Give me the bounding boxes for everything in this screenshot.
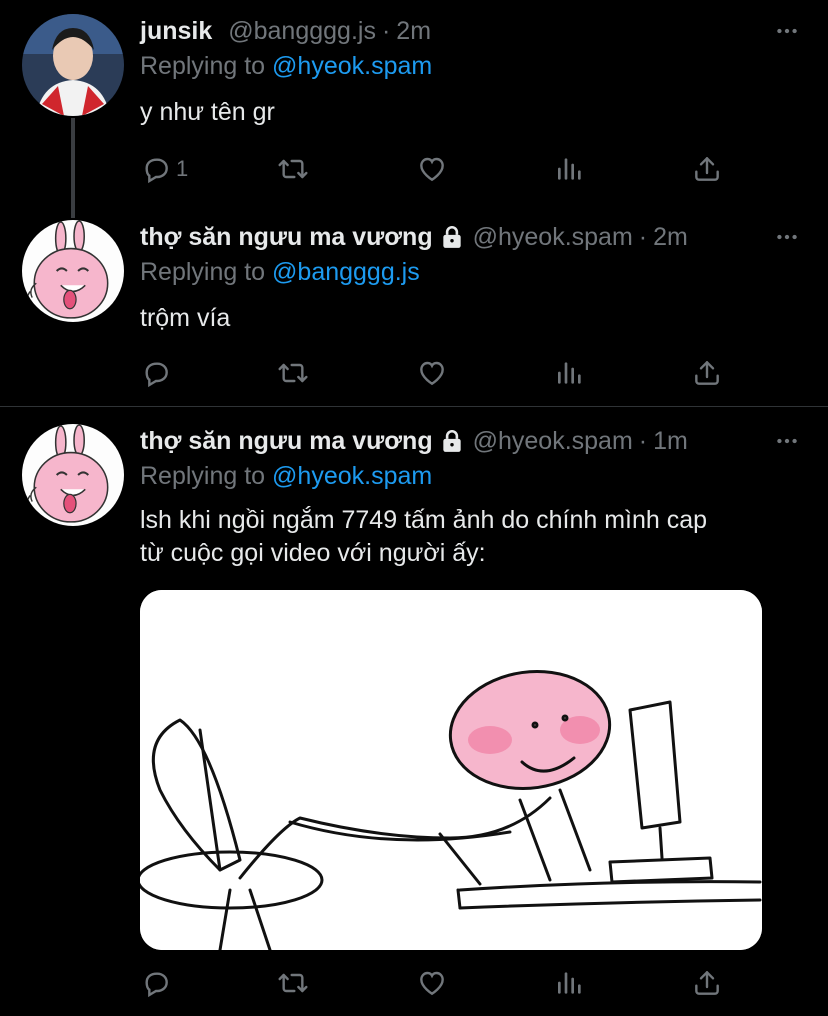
like-button[interactable] [416,149,448,189]
analytics-icon [554,967,586,999]
timestamp[interactable]: 2m [653,223,688,252]
more-icon[interactable] [774,428,800,454]
tweet-text-line: từ cuộc gọi video với người ấy: [140,539,486,567]
heart-icon [416,357,448,389]
like-button[interactable] [416,353,448,393]
share-button[interactable] [691,149,723,189]
retweet-icon [277,153,309,185]
mention-link[interactable]: @bangggg.js [272,258,420,286]
separator-dot: · [381,16,391,45]
analytics-button[interactable] [554,353,586,393]
retweet-button[interactable] [277,963,309,1003]
tweet-text: lsh khi ngồi ngắm 7749 tấm ảnh do chính … [140,504,790,570]
mention-link[interactable]: @hyeok.spam [272,462,432,490]
reply-icon [140,153,172,185]
replying-prefix: Replying to [140,462,266,490]
share-button[interactable] [691,353,723,393]
replying-prefix: Replying to [140,52,266,80]
timestamp[interactable]: 1m [653,427,688,456]
divider [0,406,828,407]
replying-prefix: Replying to [140,258,266,286]
lock-icon [439,428,465,454]
reply-count: 1 [176,156,189,181]
display-name[interactable]: junsik [140,17,212,46]
analytics-icon [554,153,586,185]
avatar[interactable] [22,424,124,526]
replying-to: Replying to @bangggg.js [140,258,420,287]
more-icon[interactable] [774,224,800,250]
pink-character-icon [22,220,124,322]
action-bar: 1 [140,149,740,189]
lock-icon [439,224,465,250]
like-button[interactable] [416,963,448,1003]
tweet-1[interactable]: junsik @bangggg.js · 2m Replying to @hye… [0,14,828,218]
retweet-button[interactable] [277,353,309,393]
action-bar [140,353,740,393]
timestamp[interactable]: 2m [396,17,431,46]
user-photo-image [22,14,124,116]
retweet-button[interactable] [277,149,309,189]
heart-icon [416,153,448,185]
reply-button[interactable] [140,963,172,1003]
pink-blob-at-computer-drawing [140,590,762,950]
separator-dot: · [638,222,648,251]
tweet-text-line: lsh khi ngồi ngắm 7749 tấm ảnh do chính … [140,506,708,534]
reply-button[interactable] [140,353,172,393]
more-icon[interactable] [774,18,800,44]
tweet-text: trộm vía [140,304,231,332]
analytics-button[interactable] [554,149,586,189]
retweet-icon [277,357,309,389]
analytics-button[interactable] [554,963,586,1003]
thread-line [71,118,75,218]
user-handle[interactable]: @hyeok.spam [473,427,633,456]
tweet-header: thợ săn ngưu ma vương @hyeok.spam · 2m [140,220,688,254]
tweet-media-image[interactable] [140,590,762,950]
tweet-header: thợ săn ngưu ma vương @hyeok.spam · 1m [140,424,688,458]
separator-dot: · [638,426,648,455]
reply-icon [140,357,172,389]
avatar[interactable] [22,14,124,116]
reply-icon [140,967,172,999]
share-icon [691,153,723,185]
tweet-2[interactable]: thợ săn ngưu ma vương @hyeok.spam · 2m R… [0,220,828,400]
mention-link[interactable]: @hyeok.spam [272,52,432,80]
avatar[interactable] [22,220,124,322]
user-handle[interactable]: @hyeok.spam [473,223,633,252]
display-name[interactable]: thợ săn ngưu ma vương [140,223,433,252]
heart-icon [416,967,448,999]
share-button[interactable] [691,963,723,1003]
pink-character-icon [22,424,124,526]
replying-to: Replying to @hyeok.spam [140,462,432,491]
retweet-icon [277,967,309,999]
share-icon [691,357,723,389]
share-icon [691,967,723,999]
tweet-text: y như tên gr [140,98,275,126]
user-handle[interactable]: @bangggg.js [228,17,376,46]
analytics-icon [554,357,586,389]
display-name[interactable]: thợ săn ngưu ma vương [140,427,433,456]
tweet-header: junsik @bangggg.js · 2m [140,14,431,48]
replying-to: Replying to @hyeok.spam [140,52,432,81]
reply-button[interactable]: 1 [140,149,188,189]
action-bar [140,963,740,1003]
